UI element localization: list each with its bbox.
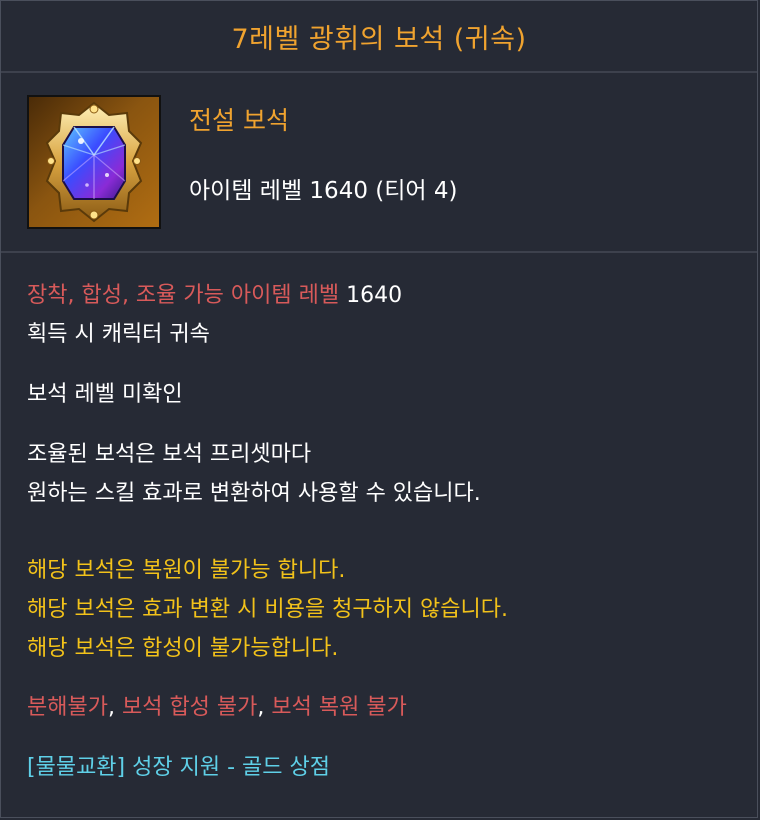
restriction-separator: , xyxy=(257,695,272,720)
item-title: 7레벨 광휘의 보석 (귀속) xyxy=(231,23,527,55)
equip-requirement: 장착, 합성, 조율 가능 아이템 레벨 1640 xyxy=(27,277,402,309)
item-summary: 전설 보석 아이템 레벨 1640 (티어 4) xyxy=(1,73,757,253)
restriction-fusion: 보석 합성 불가 xyxy=(121,695,258,720)
bind-info: 획득 시 캐릭터 귀속 xyxy=(27,322,210,347)
item-grade: 전설 보석 xyxy=(189,106,289,135)
warning-line-3: 해당 보석은 합성이 불가능합니다. xyxy=(27,636,339,661)
restriction-disassemble: 분해불가 xyxy=(27,695,108,720)
item-icon-frame xyxy=(27,95,161,229)
restriction-separator: , xyxy=(107,695,122,720)
restriction-restore: 보석 복원 불가 xyxy=(271,695,407,720)
equip-requirement-label: 장착, 합성, 조율 가능 아이템 레벨 xyxy=(27,283,340,308)
description-line-2: 원하는 스킬 효과로 변환하여 사용할 수 있습니다. xyxy=(27,481,481,506)
warning-line-2: 해당 보석은 효과 변환 시 비용을 청구하지 않습니다. xyxy=(27,597,508,622)
warning-line-1: 해당 보석은 복원이 불가능 합니다. xyxy=(27,558,346,583)
acquisition-source: [물물교환] 성장 지원 - 골드 상점 xyxy=(27,755,330,780)
equip-requirement-value: 1640 xyxy=(346,283,403,308)
jewel-gem-icon xyxy=(45,101,143,223)
tooltip-header: 7레벨 광휘의 보석 (귀속) xyxy=(1,1,757,73)
item-tooltip: 7레벨 광휘의 보석 (귀속) 전설 보석 아이템 레벨 1640 (티어 4)… xyxy=(0,0,758,818)
item-level: 아이템 레벨 1640 (티어 4) xyxy=(189,178,458,204)
restrictions: 분해불가, 보석 합성 불가, 보석 복원 불가 xyxy=(27,689,407,721)
description-line-1: 조율된 보석은 보석 프리셋마다 xyxy=(27,442,312,467)
gem-level-status: 보석 레벨 미확인 xyxy=(27,382,183,407)
